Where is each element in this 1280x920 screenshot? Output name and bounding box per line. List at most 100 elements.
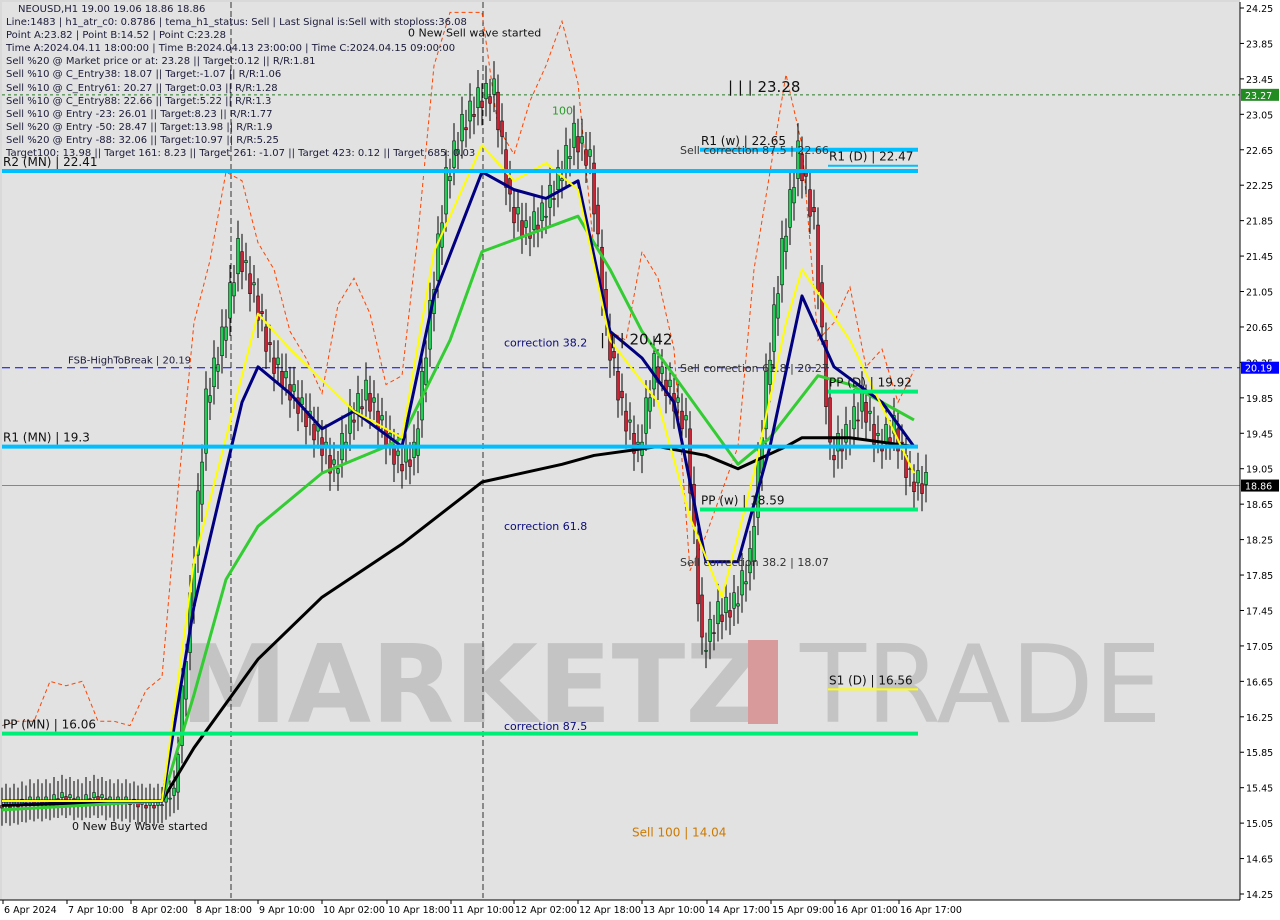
candle-body <box>172 787 176 796</box>
price-tick-label: 21.45 <box>1246 252 1273 263</box>
candle-body <box>700 594 704 638</box>
candle-body <box>516 207 520 215</box>
info-line: Sell %10 @ Entry -23: 26.01 || Target:8.… <box>6 108 273 120</box>
candle-body <box>856 419 860 422</box>
pivot-level-label: S1 (D) | 16.56 <box>829 673 913 687</box>
candle-body <box>76 796 80 801</box>
candle-body <box>684 415 688 421</box>
chart-annotation: correction 87.5 <box>504 720 587 733</box>
candle-body <box>784 235 788 252</box>
candle-body <box>200 461 204 505</box>
candle-body <box>924 472 928 485</box>
info-line: Sell %20 @ Entry -88: 32.06 || Target:10… <box>6 134 279 146</box>
price-tick-label: 22.25 <box>1246 181 1273 192</box>
candle-body <box>480 100 484 108</box>
candle-body <box>208 395 212 403</box>
chart-annotation: | | | 23.28 <box>728 78 800 96</box>
candle-body <box>776 293 780 319</box>
candle-body <box>888 437 892 443</box>
candle-body <box>360 406 364 410</box>
pivot-level-label: R1 (D) | 22.47 <box>829 150 913 164</box>
candle-body <box>780 238 784 286</box>
info-line: Sell %20 @ Entry -50: 28.47 || Target:13… <box>6 121 273 133</box>
info-line: Sell %20 @ Market price or at: 23.28 || … <box>6 56 316 68</box>
price-tick-label: 17.85 <box>1246 571 1273 582</box>
candle-body <box>408 459 412 467</box>
candle-body <box>624 410 628 432</box>
candle-body <box>520 220 524 237</box>
price-tick-label: 15.05 <box>1246 819 1273 830</box>
candle-body <box>676 397 680 403</box>
price-tick-label: 19.45 <box>1246 429 1273 440</box>
time-tick-label: 10 Apr 18:00 <box>388 905 450 916</box>
candle-body <box>404 446 408 463</box>
candle-body <box>612 351 616 359</box>
candle-body <box>724 596 728 613</box>
pivot-level-label: PP (w) | 18.59 <box>701 493 785 507</box>
candle-body <box>84 794 88 801</box>
candle-body <box>644 397 648 434</box>
candle-body <box>560 178 564 182</box>
time-tick-label: 10 Apr 02:00 <box>323 905 385 916</box>
info-line: Sell %10 @ C_Entry61: 20.27 || Target:0.… <box>6 82 278 94</box>
candle-body <box>392 446 396 465</box>
info-line: Sell %10 @ C_Entry38: 18.07 || Target:-1… <box>6 69 282 81</box>
candle-body <box>268 342 272 345</box>
price-tick-label: 15.85 <box>1246 748 1273 759</box>
candle-body <box>704 650 708 652</box>
candle-body <box>660 366 664 374</box>
candle-body <box>828 397 832 443</box>
candle-body <box>916 470 920 484</box>
candle-body <box>536 224 540 230</box>
candle-body <box>504 149 508 188</box>
price-tag-label: 23.27 <box>1245 91 1272 102</box>
price-tag-label: 18.86 <box>1245 482 1272 493</box>
candle-body <box>820 282 824 328</box>
candle-body <box>168 797 172 800</box>
chart-annotation: correction 38.2 <box>504 336 587 349</box>
time-tick-label: 16 Apr 01:00 <box>836 905 898 916</box>
candle-body <box>540 202 544 221</box>
price-tick-label: 16.25 <box>1246 713 1273 724</box>
candle-body <box>412 441 416 458</box>
price-tick-label: 19.85 <box>1246 394 1273 405</box>
chart-annotation: correction 61.8 <box>504 520 587 533</box>
candle-body <box>576 136 580 153</box>
candle-body <box>228 282 232 319</box>
candle-body <box>680 410 684 430</box>
price-tick-label: 23.85 <box>1246 39 1273 50</box>
candle-body <box>712 632 716 634</box>
pivot-level-label: R1 (MN) | 19.3 <box>3 431 90 445</box>
candle-body <box>448 176 452 182</box>
candle-body <box>204 388 208 454</box>
candle-body <box>544 215 548 218</box>
candle-body <box>416 428 420 456</box>
candle-body <box>380 415 384 421</box>
candle-body <box>732 592 736 609</box>
info-panel: NEOUSD,H1 19.00 19.06 18.86 18.86 Line:1… <box>6 3 475 160</box>
price-tick-label: 23.45 <box>1246 75 1273 86</box>
price-tick-label: 22.65 <box>1246 146 1273 157</box>
time-tick-label: 8 Apr 02:00 <box>132 905 188 916</box>
price-tick-label: 18.25 <box>1246 536 1273 547</box>
candle-body <box>232 282 236 297</box>
candle-body <box>68 794 72 798</box>
candle-body <box>424 357 428 385</box>
time-tick-label: 13 Apr 10:00 <box>643 905 705 916</box>
candle-body <box>716 601 720 625</box>
time-tick-label: 15 Apr 09:00 <box>772 905 834 916</box>
price-tick-label: 17.45 <box>1246 606 1273 617</box>
time-tick-label: 12 Apr 02:00 <box>515 905 577 916</box>
price-tick-label: 20.65 <box>1246 323 1273 334</box>
candle-body <box>376 410 380 430</box>
candle-body <box>336 468 340 474</box>
symbol-title: NEOUSD,H1 19.00 19.06 18.86 18.86 <box>18 4 206 15</box>
candle-body <box>720 614 724 622</box>
candle-body <box>160 804 164 806</box>
candle-body <box>616 371 620 401</box>
candle-body <box>788 189 792 228</box>
time-tick-label: 6 Apr 2024 <box>4 905 57 916</box>
price-tick-label: 14.65 <box>1246 855 1273 866</box>
chart-annotation: Sell correction 61.8 | 20.27 <box>680 362 829 375</box>
candle-body <box>740 570 744 596</box>
